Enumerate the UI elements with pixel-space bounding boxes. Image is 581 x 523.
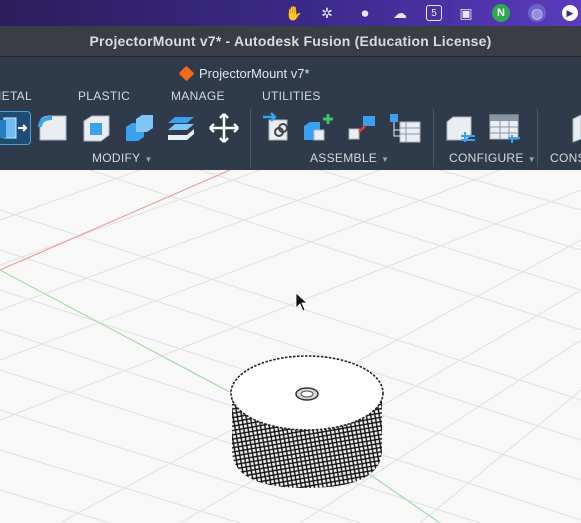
mouse-cursor-icon — [295, 292, 309, 312]
group-divider — [250, 109, 251, 167]
construct-label: CONS — [550, 151, 581, 165]
ribbon-toolbar: ProjectorMount v7* IETAL PLASTIC MANAGE … — [0, 57, 581, 170]
tab-plastic[interactable]: PLASTIC — [78, 89, 130, 103]
knurled-knob-model — [230, 355, 384, 488]
assemble-menu[interactable]: ASSEMBLE ▼ — [310, 151, 389, 165]
configure-label: CONFIGURE — [449, 151, 524, 165]
play-icon[interactable]: ▶ — [562, 5, 578, 21]
bill-of-materials-tool-icon[interactable] — [388, 112, 422, 144]
construct-menu[interactable]: CONS — [550, 151, 581, 165]
move-tool-icon[interactable] — [207, 112, 241, 144]
modify-menu[interactable]: MODIFY ▼ — [92, 151, 153, 165]
document-cube-icon — [178, 65, 195, 81]
group-divider — [433, 109, 434, 167]
tab-utilities[interactable]: UTILITIES — [262, 89, 321, 103]
calendar-icon[interactable]: 5 — [426, 5, 442, 21]
chevron-down-icon: ▼ — [527, 155, 536, 164]
snowflake-icon[interactable]: ✲ — [318, 4, 336, 22]
configuration-table-tool-icon[interactable] — [488, 112, 522, 144]
globe-icon[interactable]: ◍ — [528, 4, 546, 22]
window-title: ProjectorMount v7* - Autodesk Fusion (Ed… — [89, 33, 492, 49]
press-pull-tool-icon[interactable] — [0, 111, 31, 145]
assemble-label: ASSEMBLE — [310, 151, 378, 165]
n-badge-icon[interactable]: N — [492, 4, 510, 22]
joint-tool-icon[interactable] — [302, 112, 336, 144]
hand-icon[interactable]: ✋ — [285, 4, 303, 22]
tab-sheet-metal[interactable]: IETAL — [0, 89, 32, 103]
canvas-viewport[interactable] — [0, 170, 581, 523]
as-built-joint-tool-icon[interactable] — [345, 112, 379, 144]
system-menu-bar: ✋ ✲ ⏺ ☁ 5 ▣ N ◍ ▶ — [0, 0, 581, 26]
configure-menu[interactable]: CONFIGURE ▼ — [449, 151, 536, 165]
group-divider — [537, 109, 538, 167]
chevron-down-icon: ▼ — [381, 155, 390, 164]
configure-design-tool-icon[interactable] — [443, 112, 477, 144]
document-tab-label: ProjectorMount v7* — [199, 65, 310, 81]
combine-tool-icon[interactable] — [122, 112, 156, 144]
new-component-tool-icon[interactable] — [260, 112, 294, 144]
display-icon[interactable]: ▣ — [457, 4, 475, 22]
cloud-icon[interactable]: ☁ — [391, 4, 409, 22]
record-icon[interactable]: ⏺ — [356, 4, 374, 22]
modify-label: MODIFY — [92, 151, 141, 165]
chevron-down-icon: ▼ — [144, 155, 153, 164]
offset-face-tool-icon[interactable] — [164, 112, 198, 144]
window-title-bar: ProjectorMount v7* - Autodesk Fusion (Ed… — [0, 26, 581, 57]
tab-manage[interactable]: MANAGE — [171, 89, 225, 103]
grid-and-model — [0, 170, 581, 523]
document-tab[interactable]: ProjectorMount v7* — [178, 64, 310, 82]
construct-tool-icon[interactable] — [565, 112, 581, 144]
fillet-tool-icon[interactable] — [36, 112, 70, 144]
shell-tool-icon[interactable] — [79, 112, 113, 144]
